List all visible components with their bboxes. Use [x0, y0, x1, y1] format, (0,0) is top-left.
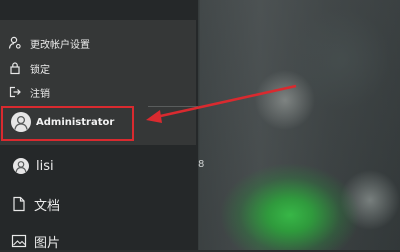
menu-item-pictures[interactable]: 图片 [4, 230, 194, 252]
picture-icon [4, 234, 34, 248]
menu-item-documents[interactable]: 文档 [4, 193, 194, 215]
menu-item-label: 文档 [34, 198, 61, 214]
tile-side-number: 8 [198, 159, 205, 170]
menu-item-label: 图片 [34, 235, 61, 251]
menu-item-user-lisi[interactable]: lisi [6, 155, 196, 177]
document-icon [4, 196, 34, 212]
avatar-icon [6, 158, 36, 174]
menu-item-label: lisi [36, 158, 54, 174]
